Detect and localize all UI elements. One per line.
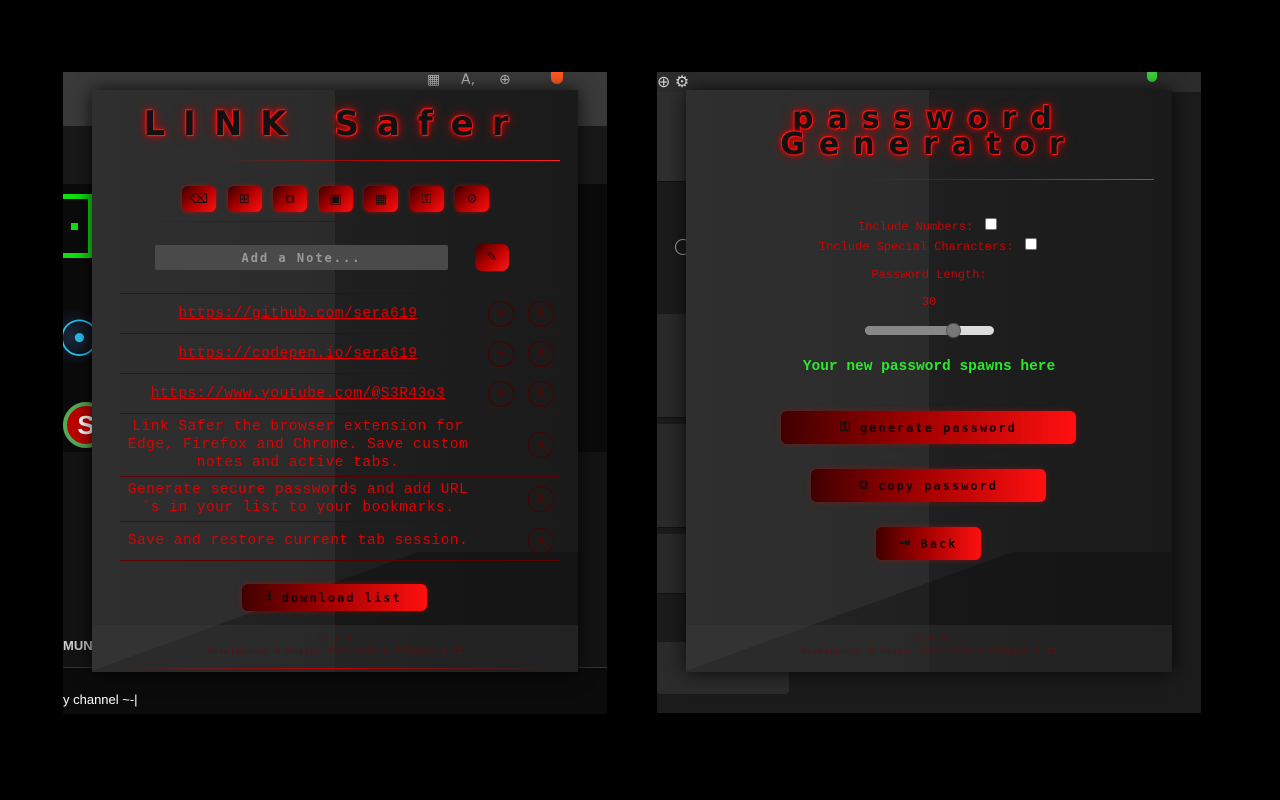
include-special-checkbox[interactable] [1025,238,1037,250]
saved-link[interactable]: https://www.youtube.com/@S3R43o3 [120,385,476,403]
toolbar-button-add-bookmark[interactable]: ⊞ [227,186,262,212]
remove-item-button[interactable]: X [528,380,554,407]
title-divider [856,179,1154,180]
channel-text: y channel ~-| [63,692,138,707]
windows-icon: ▣ [329,191,342,207]
read-aloud-icon[interactable]: A, [461,72,475,88]
toolbar-button-gear[interactable]: ⚙ [455,186,489,212]
add-bookmark-button[interactable]: + [488,340,514,367]
saved-link[interactable]: https://github.com/sera619 [120,305,476,323]
green-extension-icon[interactable] [1147,72,1157,82]
include-numbers-label: Include Numbers: [858,220,974,234]
generate-password-button[interactable]: ⚿ generate password [781,411,1076,444]
password-generator-popup: password Generator Include Numbers: Incl… [686,90,1172,672]
link-safer-popup: LINK Safer ⌫ ⊞ ⧉ ▣ ▦ ⚿ ⚙ ✎ https://github.com/… [92,90,578,672]
extensions-icon[interactable]: ⊕ [657,74,670,91]
download-file-icon: ⭳ [267,588,274,604]
list-item: Save and restore current tab session. X [120,521,560,561]
title-divider [222,160,560,161]
list-item: https://codepen.io/sera619 + X [120,333,560,373]
password-output: Your new password spawns here [802,359,1056,375]
remove-item-button[interactable]: X [528,300,554,327]
key-icon: ⚿ [840,420,853,435]
extensions-icon[interactable]: ⊕ [499,72,511,88]
slider-fill [865,326,953,335]
reader-view-icon[interactable]: ▦ [427,72,440,88]
footer: v1.5.8 Development & Design 2022-2023 © … [686,625,1172,672]
add-bookmark-button[interactable]: + [488,380,514,407]
password-length-label: Password Length: [871,268,987,282]
page-caption: MUN [63,638,93,653]
toolbar-divider [132,221,532,222]
credits-text: Development & Design 2022-2023 © S3R43o3… [800,646,1058,657]
list-item: Generate secure passwords and add URL´s … [120,476,560,521]
toolbar-button-eraser[interactable]: ⌫ [182,186,216,212]
saved-link[interactable]: https://codepen.io/sera619 [120,345,476,363]
back-label: Back [920,536,958,551]
add-bookmark-button[interactable]: + [488,300,514,327]
toolbar-button-windows[interactable]: ▣ [318,186,353,212]
password-length-slider[interactable] [865,326,994,335]
back-button[interactable]: ⇥ Back [876,527,981,560]
list-item: Link Safer the browser extension for Edg… [120,413,560,476]
eraser-icon: ⌫ [189,191,209,207]
include-special-label: Include Special Characters: [819,240,1014,254]
browser-toolbar: ⊕ ⚙ [657,72,1201,92]
credits-text: Development & Design 2022-2023 © S3R43o3… [206,646,464,657]
saved-note: Save and restore current tab session. [127,533,469,549]
blue-logo-icon: ☉ [63,302,102,372]
toolbar-button-calendar[interactable]: ▦ [364,186,398,212]
slider-thumb[interactable] [945,323,961,338]
saved-note: Link Safer the browser extension for Edg… [127,419,469,471]
app-title: LINK Safer [143,104,527,144]
gear-icon: ⚙ [466,191,478,207]
download-list-label: download list [281,590,402,605]
copy-password-button[interactable]: ⧉ copy password [811,469,1046,502]
saved-note: Generate secure passwords and add URL´s … [127,482,469,516]
password-title-line2: Generator [780,127,1078,162]
firefox-extension-icon[interactable] [551,72,563,84]
toolbar-button-key[interactable]: ⚿ [409,186,444,212]
note-edit-icon: ✎ [486,250,498,265]
save-note-button[interactable]: ✎ [475,244,509,271]
key-icon: ⚿ [421,191,432,207]
password-length-value: 30 [921,295,937,309]
settings-icon[interactable]: ⚙ [675,74,689,91]
remove-item-button[interactable]: X [528,432,554,458]
version-text: v2.3.5 [317,634,353,645]
remove-item-button[interactable]: X [528,528,554,554]
copy-icon: ⧉ [858,478,871,493]
list-item: https://www.youtube.com/@S3R43o3 + X [120,373,560,413]
footer: v2.3.5 Development & Design 2022-2023 © … [92,625,578,672]
saved-links-list: https://github.com/sera619 + Xhttps://code… [120,293,560,561]
red-s-logo-icon: S [63,402,109,452]
copy-password-label: copy password [878,478,999,493]
tab-copy-icon: ⧉ [285,191,295,207]
add-note-input[interactable] [155,245,448,270]
remove-item-button[interactable]: X [528,486,554,512]
generate-password-label: generate password [860,420,1017,435]
toolbar-button-tab-copy[interactable]: ⧉ [273,186,307,212]
version-text: v1.5.8 [911,634,947,645]
download-list-button[interactable]: ⭳ download list [242,584,427,611]
list-item: https://github.com/sera619 + X [120,293,560,333]
calendar-icon: ▦ [374,191,388,207]
sign-out-icon: ⇥ [899,536,913,551]
green-logo-icon [63,194,93,258]
add-bookmark-icon: ⊞ [239,191,250,207]
remove-item-button[interactable]: X [528,340,554,367]
include-numbers-checkbox[interactable] [985,218,997,230]
